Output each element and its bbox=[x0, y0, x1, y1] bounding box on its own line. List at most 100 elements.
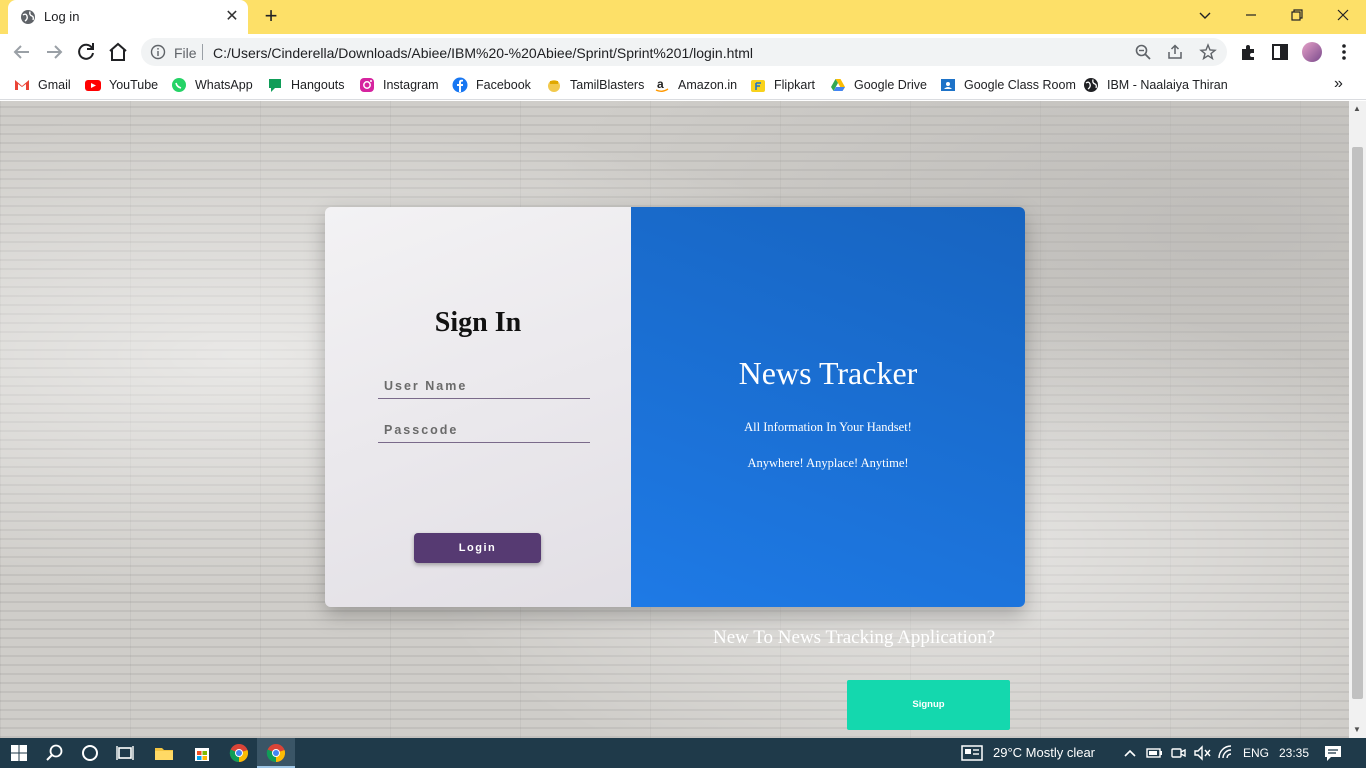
side-panel-icon[interactable] bbox=[1270, 42, 1290, 62]
scroll-up-icon[interactable]: ▲ bbox=[1353, 104, 1361, 113]
bookmark-amazon[interactable]: a Amazon.in bbox=[654, 76, 737, 94]
address-bar[interactable]: File C:/Users/Cinderella/Downloads/Abiee… bbox=[141, 38, 1227, 66]
bookmark-facebook[interactable]: Facebook bbox=[452, 76, 531, 94]
bookmark-youtube[interactable]: YouTube bbox=[85, 76, 158, 94]
file-explorer-icon[interactable] bbox=[154, 743, 174, 763]
tagline-2: Anywhere! Anyplace! Anytime! bbox=[747, 456, 909, 470]
clock[interactable]: 23:35 bbox=[1279, 746, 1309, 760]
svg-text:a: a bbox=[657, 77, 664, 91]
weather-text[interactable]: 29°C Mostly clear bbox=[993, 745, 1095, 760]
tab-search-chevron-icon[interactable] bbox=[1182, 0, 1228, 30]
cortana-icon[interactable] bbox=[80, 743, 100, 763]
windows-start-icon[interactable] bbox=[9, 743, 29, 763]
wifi-icon[interactable] bbox=[1216, 743, 1236, 763]
bookmark-label: TamilBlasters bbox=[570, 78, 645, 92]
bookmark-star-icon[interactable] bbox=[1199, 43, 1217, 61]
vertical-scrollbar[interactable]: ▲ ▼ bbox=[1349, 101, 1366, 738]
minimize-button[interactable] bbox=[1228, 0, 1274, 30]
login-card: Sign In User Name Passcode Login News Tr… bbox=[325, 207, 1025, 607]
microsoft-store-icon[interactable] bbox=[192, 743, 212, 763]
scroll-down-icon[interactable]: ▼ bbox=[1353, 725, 1361, 734]
bookmark-tamilblasters[interactable]: TamilBlasters bbox=[546, 76, 644, 94]
bookmark-ibm-naalaiya-thiran[interactable]: IBM - Naalaiya Thiran bbox=[1083, 76, 1228, 94]
bookmark-label: Hangouts bbox=[291, 78, 345, 92]
amazon-icon: a bbox=[655, 77, 669, 92]
whatsapp-icon bbox=[172, 78, 186, 92]
app-title: News Tracker bbox=[738, 355, 918, 391]
url-scheme-label: File bbox=[174, 45, 197, 61]
new-tab-button[interactable]: + bbox=[259, 5, 283, 29]
close-window-button[interactable] bbox=[1320, 0, 1366, 30]
tamilblasters-icon bbox=[548, 80, 560, 92]
more-menu-icon[interactable] bbox=[1334, 42, 1354, 62]
scrollbar-thumb[interactable] bbox=[1352, 147, 1363, 699]
bookmark-label: Google Drive bbox=[854, 78, 927, 92]
bookmark-google-drive[interactable]: Google Drive bbox=[830, 76, 927, 94]
chrome-active-taskbar-item[interactable] bbox=[257, 738, 295, 768]
signup-prompt: New To News Tracking Application? bbox=[713, 627, 996, 648]
bookmark-label: Gmail bbox=[38, 78, 71, 92]
close-tab-icon[interactable]: ✕ bbox=[222, 7, 242, 27]
bookmark-label: WhatsApp bbox=[195, 78, 253, 92]
username-field[interactable]: User Name bbox=[378, 377, 590, 399]
bookmark-instagram[interactable]: Instagram bbox=[359, 76, 439, 94]
sign-in-panel: Sign In User Name Passcode Login bbox=[325, 207, 631, 607]
signup-button[interactable]: Signup bbox=[847, 680, 1010, 730]
tagline-1: All Information In Your Handset! bbox=[744, 420, 912, 434]
google-drive-icon bbox=[831, 79, 845, 91]
share-icon[interactable] bbox=[1166, 43, 1184, 61]
bookmark-label: Amazon.in bbox=[678, 78, 738, 92]
home-icon[interactable] bbox=[106, 40, 130, 64]
volume-muted-icon[interactable] bbox=[1192, 743, 1212, 763]
news-weather-icon[interactable] bbox=[961, 744, 985, 762]
sign-in-heading: Sign In bbox=[434, 307, 522, 338]
task-view-icon[interactable] bbox=[115, 743, 135, 763]
back-arrow-icon[interactable] bbox=[10, 40, 34, 64]
login-button[interactable]: Login bbox=[414, 533, 541, 563]
hangouts-icon bbox=[269, 79, 281, 92]
flipkart-icon bbox=[751, 80, 765, 92]
passcode-field[interactable]: Passcode bbox=[378, 421, 590, 443]
news-tracker-panel: News Tracker All Information In Your Han… bbox=[631, 207, 1025, 607]
search-icon[interactable] bbox=[45, 743, 65, 763]
bookmark-gmail[interactable]: Gmail bbox=[14, 76, 71, 94]
bookmark-label: Facebook bbox=[476, 78, 531, 92]
browser-toolbar: File C:/Users/Cinderella/Downloads/Abiee… bbox=[0, 34, 1366, 70]
bookmark-flipkart[interactable]: Flipkart bbox=[750, 76, 815, 94]
tab-login[interactable]: Log in ✕ bbox=[8, 0, 248, 34]
bookmarks-overflow-chevron-icon[interactable]: » bbox=[1334, 75, 1343, 93]
url-text[interactable]: C:/Users/Cinderella/Downloads/Abiee/IBM%… bbox=[213, 45, 753, 61]
chrome-icon[interactable] bbox=[229, 743, 249, 763]
meet-now-icon[interactable] bbox=[1168, 743, 1188, 763]
tab-title: Log in bbox=[44, 9, 80, 24]
ibm-globe-icon bbox=[1084, 78, 1098, 92]
omnibox-separator bbox=[202, 44, 203, 60]
bookmarks-bar: Gmail YouTube WhatsApp Hangouts Instagra… bbox=[0, 70, 1366, 100]
globe-icon bbox=[21, 10, 35, 24]
bookmark-label: Google Class Room bbox=[964, 78, 1076, 92]
username-placeholder: User Name bbox=[384, 379, 468, 393]
reload-icon[interactable] bbox=[74, 40, 98, 64]
newspaper-background: Sign In User Name Passcode Login News Tr… bbox=[0, 101, 1366, 738]
info-icon[interactable] bbox=[150, 44, 166, 60]
bookmark-google-classroom[interactable]: Google Class Room bbox=[940, 76, 1076, 94]
profile-avatar[interactable] bbox=[1302, 42, 1322, 62]
show-hidden-icons-chevron-icon[interactable] bbox=[1120, 743, 1140, 763]
notifications-icon[interactable] bbox=[1323, 743, 1343, 763]
google-classroom-icon bbox=[941, 79, 955, 91]
tab-strip: Log in ✕ + bbox=[0, 0, 1366, 34]
battery-icon[interactable] bbox=[1144, 743, 1164, 763]
bookmark-hangouts[interactable]: Hangouts bbox=[267, 76, 345, 94]
zoom-icon[interactable] bbox=[1134, 43, 1152, 61]
bookmark-label: YouTube bbox=[109, 78, 159, 92]
bookmark-whatsapp[interactable]: WhatsApp bbox=[171, 76, 253, 94]
forward-arrow-icon[interactable] bbox=[42, 40, 66, 64]
language-indicator[interactable]: ENG bbox=[1243, 746, 1269, 760]
bookmark-label: Instagram bbox=[383, 78, 439, 92]
windows-taskbar: 29°C Mostly clear ENG 23:35 bbox=[0, 738, 1366, 768]
gmail-icon bbox=[15, 80, 29, 90]
chrome-icon bbox=[266, 744, 286, 763]
extensions-puzzle-icon[interactable] bbox=[1238, 42, 1258, 62]
restore-button[interactable] bbox=[1274, 0, 1320, 30]
instagram-icon bbox=[360, 78, 374, 92]
